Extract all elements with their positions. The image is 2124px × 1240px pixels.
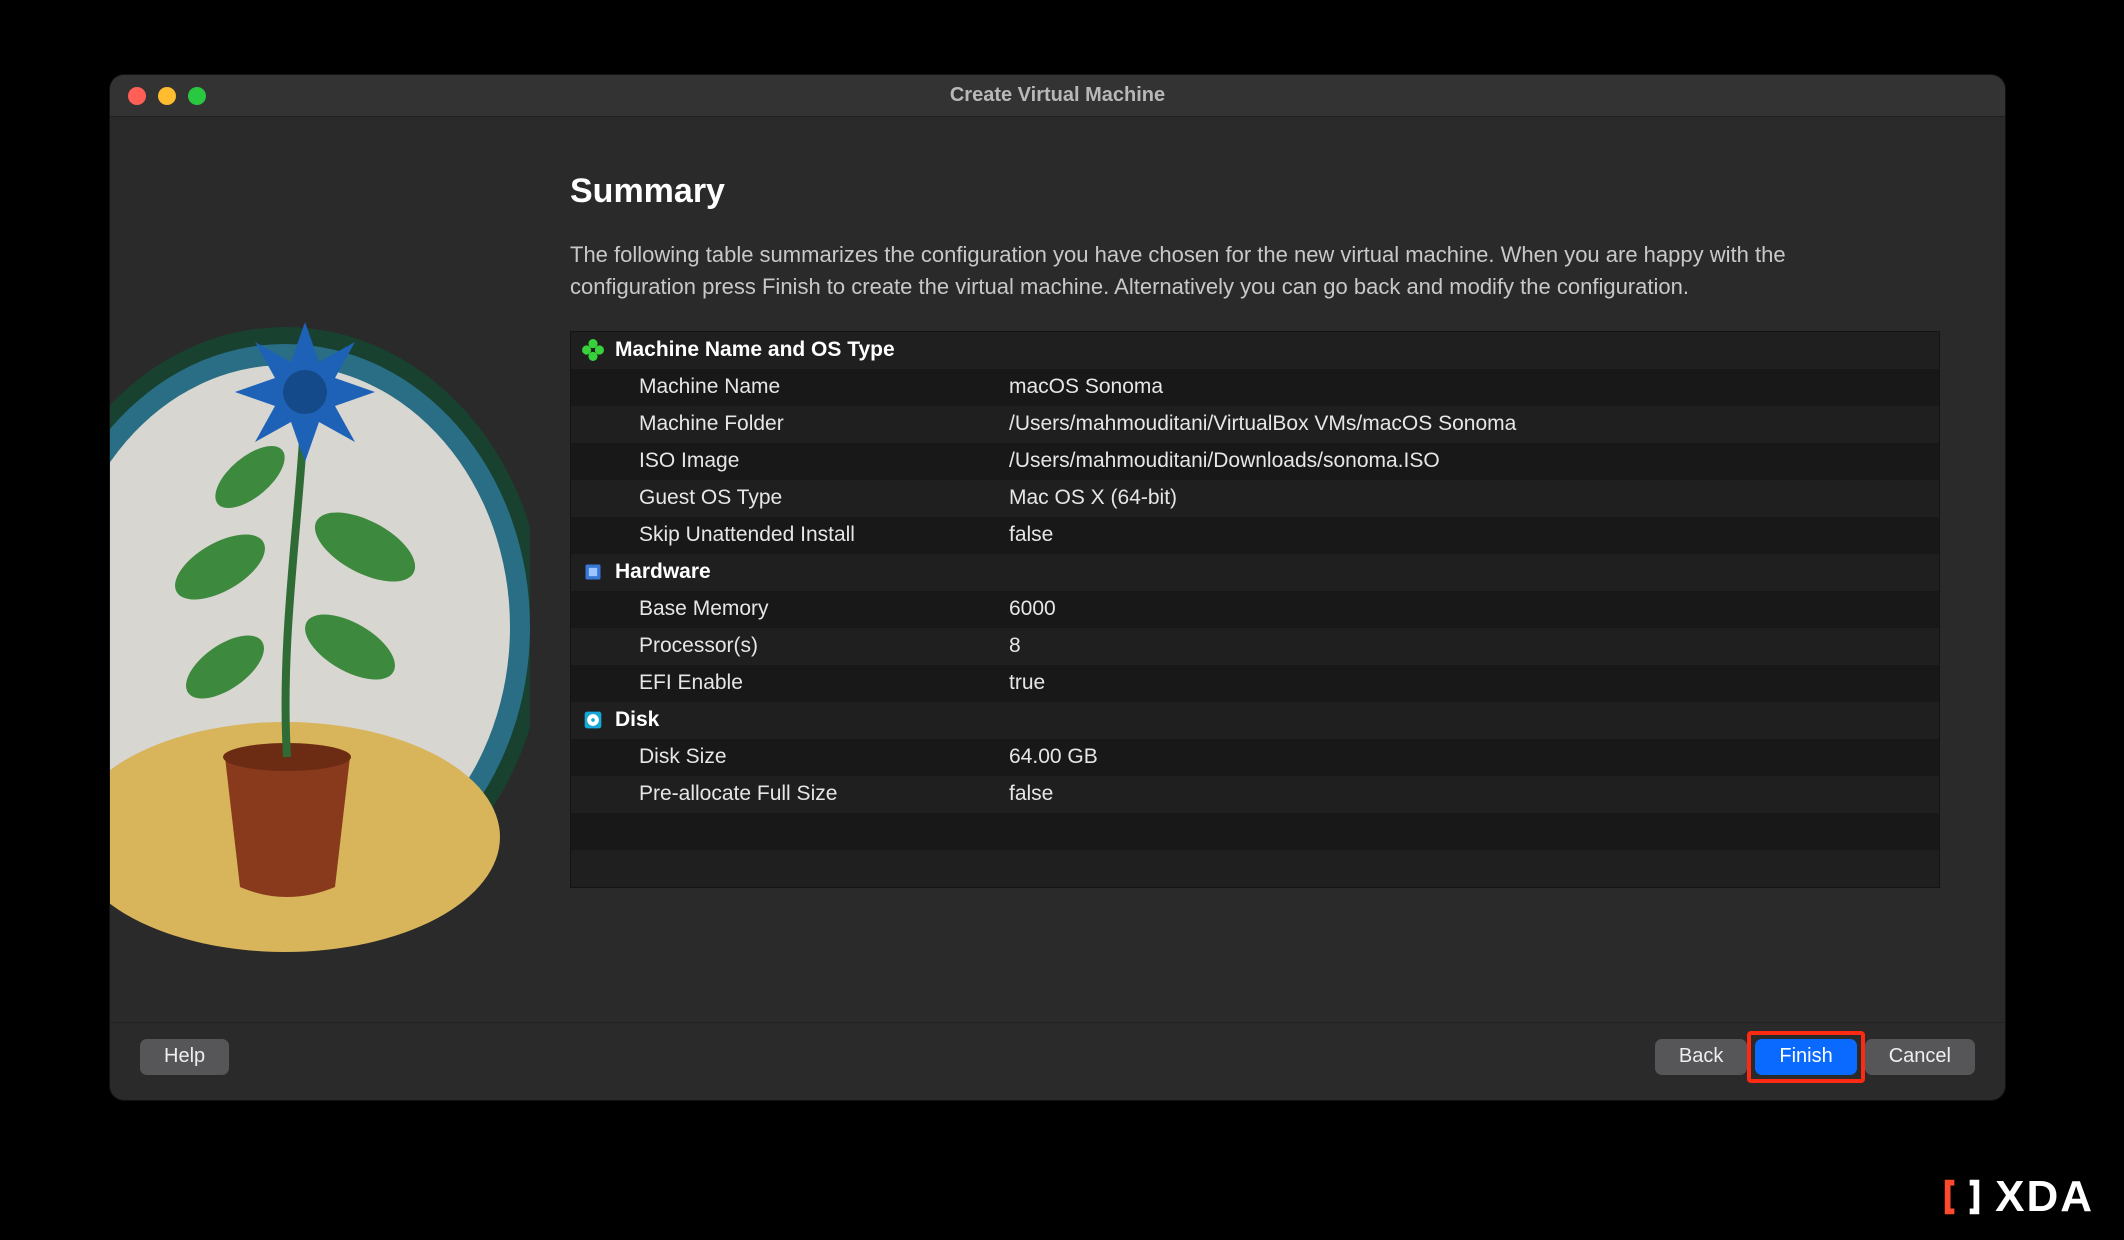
- table-row: EFI Enable true: [571, 665, 1939, 702]
- finish-button[interactable]: Finish: [1755, 1039, 1856, 1075]
- table-row-empty: [571, 850, 1939, 887]
- dialog-window: Create Virtual Machine: [110, 75, 2005, 1100]
- chip-icon: [571, 562, 615, 582]
- row-label: Machine Folder: [615, 412, 1009, 436]
- table-row-empty: [571, 813, 1939, 850]
- row-label: Disk Size: [615, 745, 1009, 769]
- page-description: The following table summarizes the confi…: [570, 239, 1820, 303]
- row-label: Pre-allocate Full Size: [615, 782, 1009, 806]
- sidebar-illustration: [110, 117, 530, 1022]
- row-value: macOS Sonoma: [1009, 375, 1939, 399]
- row-label: Guest OS Type: [615, 486, 1009, 510]
- row-label: EFI Enable: [615, 671, 1009, 695]
- row-value: 6000: [1009, 597, 1939, 621]
- plant-illustration-icon: [110, 197, 530, 1022]
- table-row: Skip Unattended Install false: [571, 517, 1939, 554]
- row-label: ISO Image: [615, 449, 1009, 473]
- dialog-body: Summary The following table summarizes t…: [110, 117, 2005, 1022]
- row-value: /Users/mahmouditani/Downloads/sonoma.ISO: [1009, 449, 1939, 473]
- xda-watermark-text: XDA: [1995, 1172, 2094, 1222]
- clover-icon: [571, 339, 615, 361]
- row-value: true: [1009, 671, 1939, 695]
- row-value: false: [1009, 523, 1939, 547]
- maximize-icon[interactable]: [188, 87, 206, 105]
- close-icon[interactable]: [128, 87, 146, 105]
- row-label: Skip Unattended Install: [615, 523, 1009, 547]
- back-button[interactable]: Back: [1655, 1039, 1747, 1075]
- table-row: Disk Size 64.00 GB: [571, 739, 1939, 776]
- page-heading: Summary: [570, 172, 1945, 211]
- xda-logo-icon: [1939, 1174, 1985, 1220]
- row-value: 64.00 GB: [1009, 745, 1939, 769]
- table-row: Base Memory 6000: [571, 591, 1939, 628]
- table-row: Pre-allocate Full Size false: [571, 776, 1939, 813]
- row-label: Machine Name: [615, 375, 1009, 399]
- summary-table: Machine Name and OS Type Machine Name ma…: [570, 331, 1940, 888]
- disk-icon: [571, 710, 615, 730]
- row-label: Base Memory: [615, 597, 1009, 621]
- table-row: Machine Folder /Users/mahmouditani/Virtu…: [571, 406, 1939, 443]
- table-row: Processor(s) 8: [571, 628, 1939, 665]
- help-button[interactable]: Help: [140, 1039, 229, 1075]
- minimize-icon[interactable]: [158, 87, 176, 105]
- section-label: Machine Name and OS Type: [615, 338, 985, 362]
- section-label: Disk: [615, 708, 985, 732]
- row-value: 8: [1009, 634, 1939, 658]
- content-area: Summary The following table summarizes t…: [530, 117, 2005, 1022]
- window-controls: [110, 87, 206, 105]
- section-disk: Disk: [571, 702, 1939, 739]
- row-label: Processor(s): [615, 634, 1009, 658]
- dialog-footer: Help Back Finish Cancel: [110, 1022, 2005, 1100]
- row-value: false: [1009, 782, 1939, 806]
- row-value: /Users/mahmouditani/VirtualBox VMs/macOS…: [1009, 412, 1939, 436]
- section-hardware: Hardware: [571, 554, 1939, 591]
- section-label: Hardware: [615, 560, 985, 584]
- xda-watermark: XDA: [1939, 1172, 2094, 1222]
- section-machine: Machine Name and OS Type: [571, 332, 1939, 369]
- cancel-button[interactable]: Cancel: [1865, 1039, 1975, 1075]
- table-row: Guest OS Type Mac OS X (64-bit): [571, 480, 1939, 517]
- table-row: Machine Name macOS Sonoma: [571, 369, 1939, 406]
- table-row: ISO Image /Users/mahmouditani/Downloads/…: [571, 443, 1939, 480]
- row-value: Mac OS X (64-bit): [1009, 486, 1939, 510]
- window-title: Create Virtual Machine: [110, 84, 2005, 107]
- finish-highlight: Finish: [1747, 1031, 1864, 1083]
- titlebar: Create Virtual Machine: [110, 75, 2005, 117]
